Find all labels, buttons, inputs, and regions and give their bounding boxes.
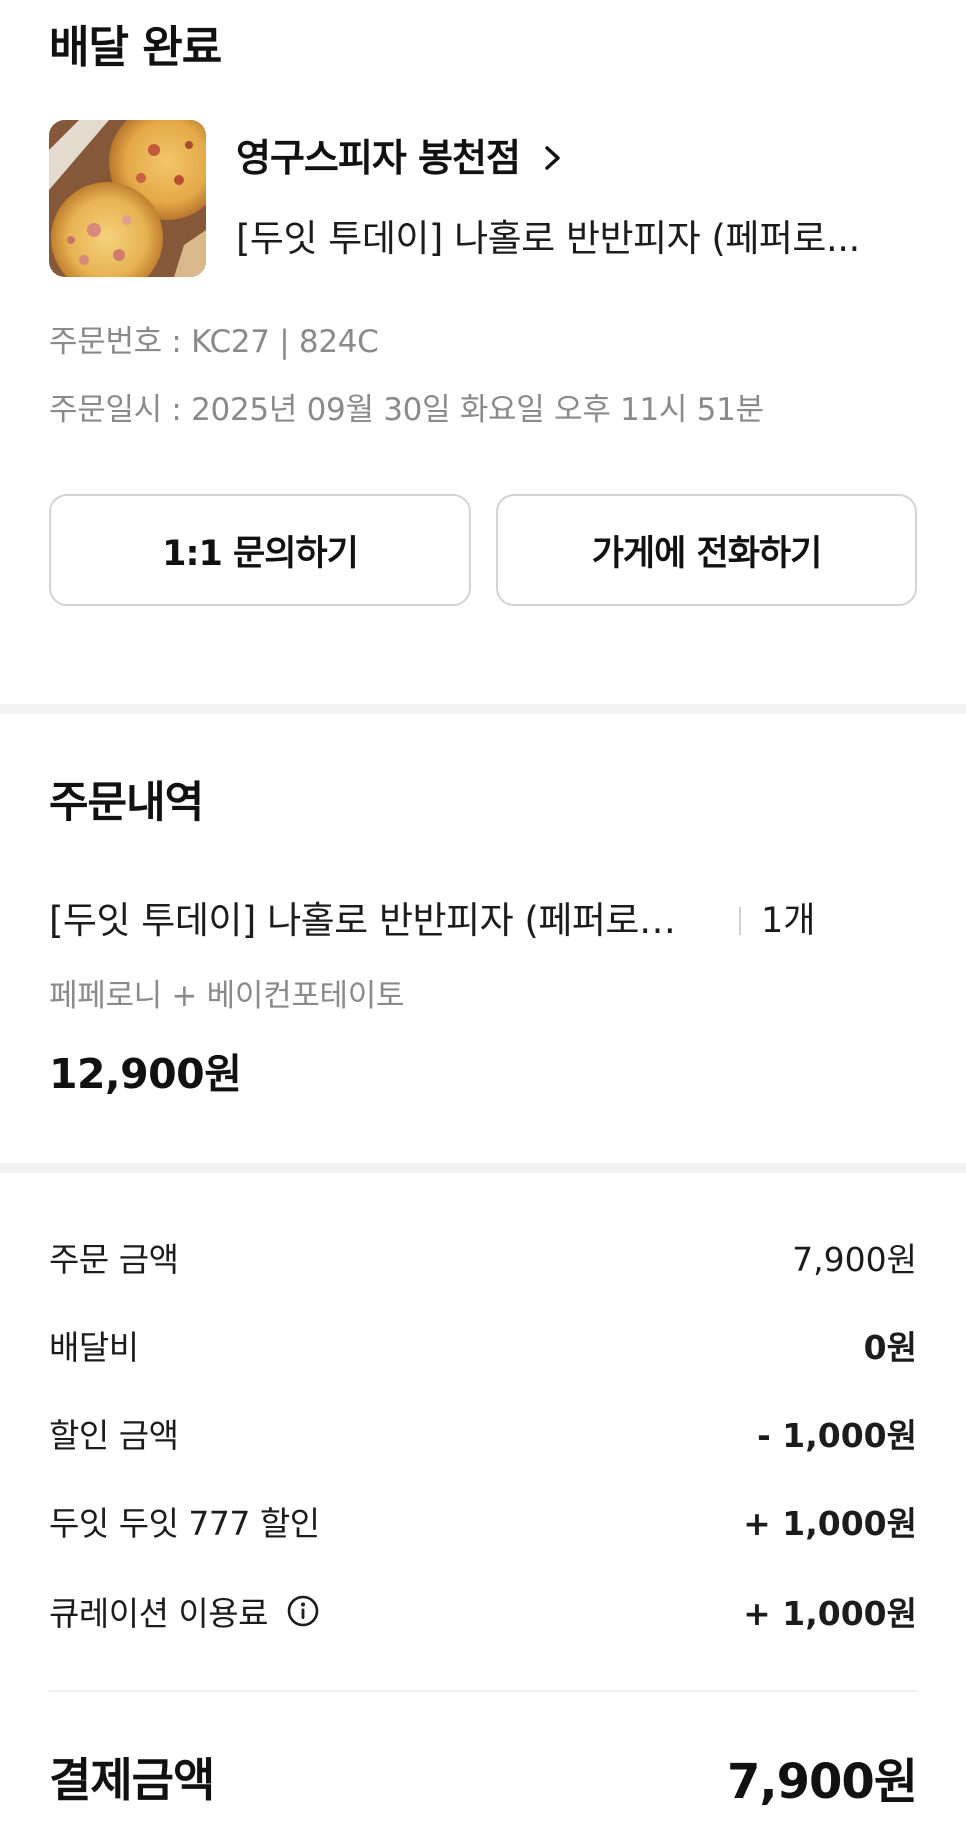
item-options: 페페로니 + 베이컨포테이토 <box>49 978 405 1014</box>
order-status-section: 배달 완료 영구스피자 봉천점 [두잇 투데이] 나홀로 반반피자 (페퍼로..… <box>0 0 966 704</box>
fee-label-wrap: 큐레이션 이용료 <box>49 1587 320 1635</box>
order-item: [두잇 투데이] 나홀로 반반피자 (페퍼로니... 1개 <box>49 896 919 946</box>
chevron-right-icon <box>542 143 572 173</box>
fee-label: 큐레이션 이용료 <box>49 1594 269 1633</box>
fee-label: 할인 금액 <box>49 1416 179 1455</box>
fee-value: + 1,000원 <box>743 1594 917 1633</box>
item-name: [두잇 투데이] 나홀로 반반피자 (페퍼로니... <box>49 899 699 942</box>
item-quantity: 1개 <box>761 901 816 941</box>
order-number: 주문번호 : KC27 | 824C <box>49 324 379 360</box>
fee-row-order-amount: 주문 금액 7,900원 <box>49 1232 917 1282</box>
fee-value: + 1,000원 <box>743 1504 917 1543</box>
fee-value: 7,900원 <box>792 1240 917 1279</box>
store-name: 영구스피자 봉천점 <box>236 136 521 180</box>
menu-summary: [두잇 투데이] 나홀로 반반피자 (페퍼로... <box>236 217 860 260</box>
call-store-button[interactable]: 가게에 전화하기 <box>496 494 917 606</box>
total-divider <box>49 1690 917 1692</box>
section-divider <box>0 1163 966 1173</box>
fee-row-discount: 할인 금액 - 1,000원 <box>49 1408 917 1458</box>
info-circle-icon[interactable] <box>286 1594 320 1628</box>
fee-label: 배달비 <box>49 1328 139 1367</box>
pizza-photo[interactable] <box>49 120 206 277</box>
section-divider <box>0 704 966 714</box>
fee-row-curation-fee: 큐레이션 이용료 + 1,000원 <box>49 1586 917 1636</box>
fee-label: 주문 금액 <box>49 1240 179 1279</box>
order-details-title: 주문내역 <box>49 778 204 828</box>
fee-row-delivery: 배달비 0원 <box>49 1320 917 1370</box>
item-separator <box>739 907 741 935</box>
fee-value: 0원 <box>863 1328 917 1367</box>
fee-value: - 1,000원 <box>757 1416 917 1455</box>
total-value: 7,900원 <box>727 1754 918 1810</box>
total-row: 결제금액 7,900원 <box>49 1742 918 1812</box>
inquiry-button[interactable]: 1:1 문의하기 <box>49 494 471 606</box>
order-date: 주문일시 : 2025년 09월 30일 화요일 오후 11시 51분 <box>49 392 764 428</box>
fee-label: 두잇 두잇 777 할인 <box>49 1504 320 1543</box>
page-title: 배달 완료 <box>49 22 222 73</box>
fee-row-promo-discount: 두잇 두잇 777 할인 + 1,000원 <box>49 1496 917 1546</box>
store-link[interactable]: 영구스피자 봉천점 <box>236 132 572 184</box>
item-price: 12,900원 <box>49 1050 242 1098</box>
total-label: 결제금액 <box>49 1753 215 1807</box>
